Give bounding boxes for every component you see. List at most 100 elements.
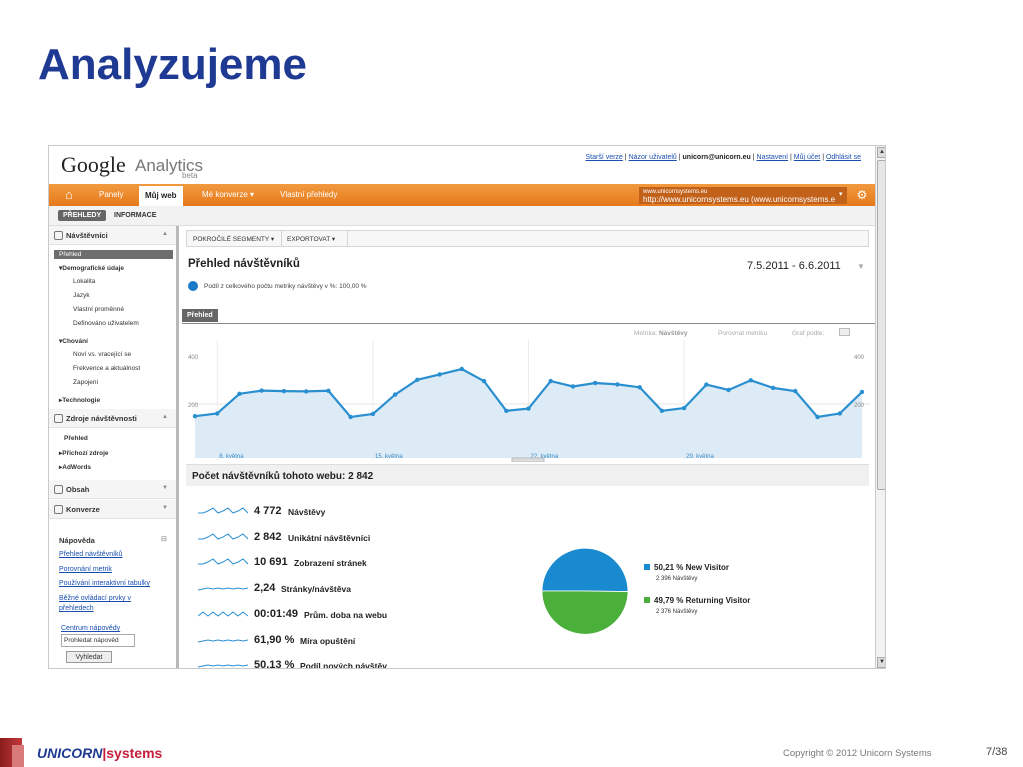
chart-point[interactable] (615, 382, 620, 387)
metric-selector[interactable]: Metrika: Návštěvy (634, 330, 688, 337)
chart-point[interactable] (526, 406, 531, 411)
chart-point[interactable] (281, 388, 287, 394)
scroll-down-icon[interactable]: ▼ (877, 657, 885, 668)
scroll-up-icon[interactable]: ▲ (877, 147, 885, 158)
sidebar-section-traffic[interactable]: Zdroje návštěvnosti ▲ (49, 409, 176, 428)
chart-point[interactable] (304, 389, 309, 394)
help-link-controls[interactable]: Běžné ovládací prvky v (59, 594, 131, 603)
gear-icon[interactable]: ⚙ (853, 187, 871, 204)
chevron-up-icon[interactable]: ▲ (162, 231, 168, 237)
sidebar-item-custom-vars[interactable]: Vlastní proměnné (73, 306, 124, 313)
help-link-visitors[interactable]: Přehled návštěvníků (59, 550, 122, 559)
chevron-down-icon[interactable]: ▾ (839, 190, 843, 198)
chart-point[interactable] (704, 382, 709, 387)
sidebar-section-visitors[interactable]: Návštěvníci ▲ (49, 226, 176, 245)
chart-point[interactable] (570, 384, 576, 389)
chart-point[interactable] (726, 387, 731, 393)
nav-custom-reports[interactable]: Vlastní přehledy (280, 190, 337, 199)
chart-point[interactable] (770, 385, 776, 391)
feedback-link[interactable]: Názor uživatelů (629, 154, 677, 161)
sidebar-item-location[interactable]: Lokalita (73, 278, 95, 285)
chart-point[interactable] (637, 385, 642, 390)
legend-returning-visitor-sub: 2 376 Návštěvy (656, 609, 698, 615)
sidebar-item-frequency[interactable]: Frekvence a aktuálnost (73, 365, 140, 372)
metric-label: Zobrazení stránek (294, 558, 367, 569)
chart-point[interactable] (237, 391, 242, 396)
sidebar-item-adwords[interactable]: ▸AdWords (59, 463, 91, 471)
advanced-segments-button[interactable]: POKROČILÉ SEGMENTY ▾ (193, 235, 274, 243)
sidebar-section-content[interactable]: Obsah ▼ (49, 480, 176, 499)
chart-point[interactable] (259, 388, 264, 393)
chart-point[interactable] (837, 411, 842, 416)
sidebar-item-incoming[interactable]: ▸Příchozí zdroje (59, 449, 109, 457)
export-button[interactable]: EXPORTOVAT ▾ (287, 235, 335, 243)
help-link-table[interactable]: Používání interaktivní tabulky (59, 579, 150, 588)
chart-point[interactable] (326, 388, 331, 393)
scroll-thumb[interactable] (877, 160, 885, 490)
nav-conversions[interactable]: Mé konverze ▾ (202, 190, 254, 199)
sidebar-item-engagement[interactable]: Zapojení (73, 379, 98, 386)
chart-point[interactable] (859, 389, 865, 395)
metric-value: 00:01:49 (254, 607, 299, 620)
chart-point[interactable] (593, 380, 598, 386)
tab-overview[interactable]: Přehled (182, 309, 218, 322)
tab-reports[interactable]: PŘEHLEDY (58, 210, 107, 221)
chart-point[interactable] (681, 405, 687, 411)
chart-point[interactable] (504, 408, 509, 413)
nav-dashboards[interactable]: Panely (99, 190, 123, 199)
site-selector[interactable]: www.unicornsystems.eu http://www.unicorn… (639, 187, 847, 204)
sidebar-item-new-vs-returning[interactable]: Noví vs. vracející se (73, 351, 131, 358)
chart-point[interactable] (392, 392, 398, 397)
sidebar-item-demographics[interactable]: ▾Demografické údaje (59, 264, 124, 272)
chart-point[interactable] (481, 378, 487, 384)
help-search-button[interactable]: Vyhledat (66, 651, 112, 663)
graph-type-icon[interactable] (839, 328, 850, 336)
brand-part-a: UNICORN (37, 745, 103, 761)
pie-slice[interactable] (541, 590, 629, 635)
chart-point[interactable] (793, 388, 798, 394)
chevron-down-icon[interactable]: ▼ (857, 262, 865, 271)
sidebar-item-traffic-overview[interactable]: Přehled (64, 435, 88, 442)
chart-point[interactable] (748, 378, 753, 383)
chart-point[interactable] (348, 414, 353, 420)
my-account-link[interactable]: Můj účet (794, 154, 820, 161)
help-center-link[interactable]: Centrum nápovědy (61, 624, 120, 633)
scrollbar[interactable]: ▲ ▼ (875, 146, 885, 668)
chart-point[interactable] (548, 378, 553, 384)
chevron-down-icon[interactable]: ▼ (162, 505, 168, 511)
sidebar-item-language[interactable]: Jazyk (73, 292, 90, 299)
chevron-up-icon[interactable]: ▲ (162, 414, 168, 420)
chart-point[interactable] (815, 414, 820, 420)
help-search-input[interactable] (61, 634, 135, 647)
chart-point[interactable] (437, 372, 442, 377)
chart-point[interactable] (370, 411, 376, 417)
chart-point[interactable] (659, 408, 665, 413)
older-version-link[interactable]: Starší verze (585, 154, 622, 161)
chevron-down-icon[interactable]: ▼ (162, 485, 168, 491)
sidebar-section-conversions[interactable]: Konverze ▼ (49, 500, 176, 519)
nav-my-web[interactable]: Můj web (139, 186, 183, 206)
chart-collapse-handle[interactable] (511, 457, 545, 462)
tab-information[interactable]: INFORMACE (109, 210, 161, 221)
chart-point[interactable] (192, 414, 198, 419)
home-icon[interactable]: ⌂ (65, 188, 79, 202)
report-area: POKROČILÉ SEGMENTY ▾ EXPORTOVAT ▾ Přehle… (182, 226, 875, 668)
settings-link[interactable]: Nastavení (757, 154, 789, 161)
sidebar-item-overview[interactable]: Přehled (54, 250, 173, 259)
sidebar-item-behavior[interactable]: ▾Chování (59, 337, 88, 345)
minimize-icon[interactable]: ⊟ (161, 535, 167, 543)
sidebar-item-technology[interactable]: ▸Technologie (59, 396, 100, 404)
chart-point[interactable] (415, 377, 420, 382)
chart-point[interactable] (215, 411, 220, 416)
metric-value: 2,24 (254, 582, 276, 595)
metric-value: Návštěvy (658, 330, 688, 337)
pie-slice[interactable] (541, 547, 629, 592)
help-link-compare[interactable]: Porovnání metrik (59, 565, 112, 574)
date-range[interactable]: 7.5.2011 - 6.6.2011 (747, 260, 841, 272)
sidebar-item-user-defined[interactable]: Definováno uživatelem (73, 320, 139, 327)
compare-metric[interactable]: Porovnat metriku (718, 330, 767, 337)
segment-icon (188, 281, 198, 291)
logout-link[interactable]: Odhlásit se (826, 154, 861, 161)
chart-point[interactable] (459, 366, 464, 372)
help-link-reports[interactable]: přehledech (59, 604, 94, 613)
